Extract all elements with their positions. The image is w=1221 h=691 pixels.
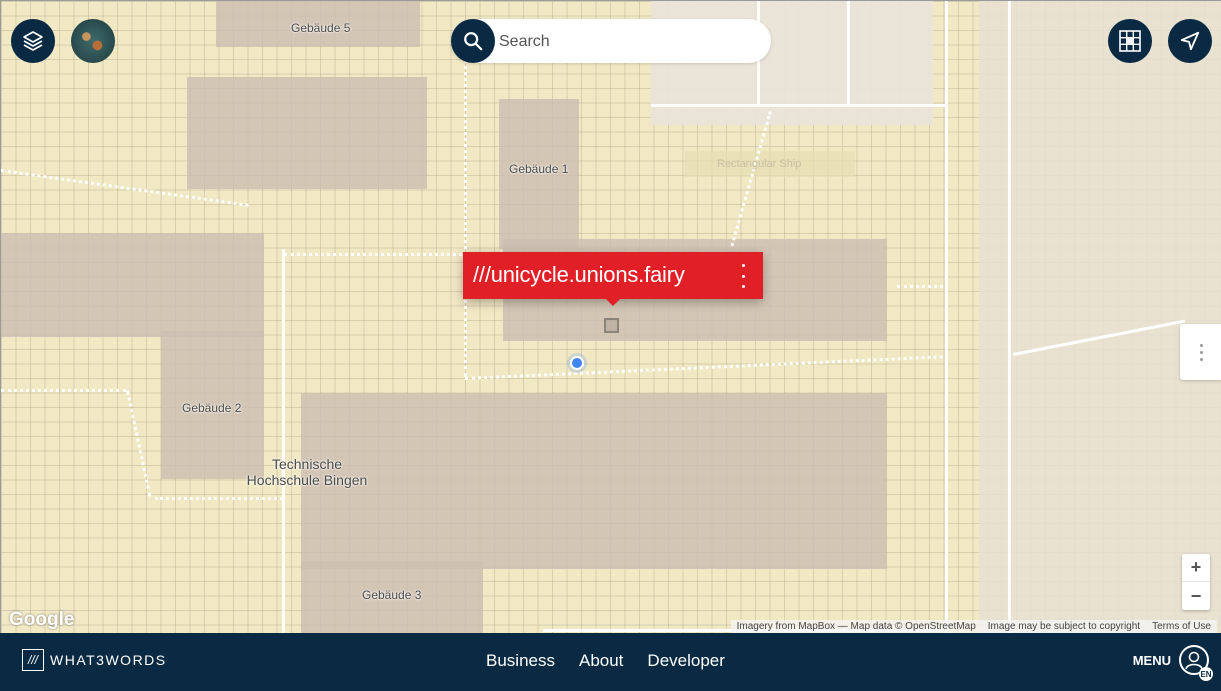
path-lower-left	[1, 389, 126, 392]
path-lower-left-v	[126, 390, 152, 497]
path-east-small	[897, 285, 943, 288]
label-campus-line2: Hochschule Bingen	[246, 472, 368, 488]
path-center-v	[464, 41, 467, 377]
search-input[interactable]	[497, 27, 761, 57]
nav-about[interactable]: About	[579, 651, 623, 671]
path-center-h	[465, 355, 943, 380]
menu-button[interactable]: MENU EN	[1132, 645, 1213, 681]
terms-of-use-link[interactable]: Terms of Use	[1146, 620, 1217, 633]
language-badge: EN	[1199, 667, 1213, 681]
nav-developer[interactable]: Developer	[647, 651, 725, 671]
search-icon[interactable]	[451, 19, 495, 63]
zoom-in-button[interactable]: +	[1182, 554, 1210, 582]
building-gebaeude-2	[1, 233, 264, 337]
navigation-arrow-icon	[1180, 31, 1200, 51]
grid-icon	[1119, 30, 1141, 52]
side-panel-handle[interactable]	[1180, 324, 1221, 380]
label-gebaeude-5: Gebäude 5	[291, 21, 351, 35]
selected-square[interactable]	[604, 318, 619, 333]
menu-label: MENU	[1132, 652, 1171, 668]
search-bar[interactable]	[451, 19, 771, 63]
nav-business[interactable]: Business	[486, 651, 555, 671]
building-main	[301, 393, 887, 569]
kebab-icon[interactable]	[733, 264, 753, 288]
map-east-area	[979, 1, 1221, 633]
popup-pointer	[605, 298, 621, 306]
road-vertical-east-1	[945, 1, 948, 633]
road-east-block-horizontal	[651, 104, 945, 107]
path-east-diag	[730, 111, 772, 247]
path-bottom-left	[155, 497, 283, 500]
footer-bar: /// WHAT3WORDS Business About Developer …	[0, 633, 1221, 691]
label-campus-line1: Technische	[271, 456, 343, 472]
layers-button[interactable]	[11, 19, 55, 63]
brand-logo[interactable]: /// WHAT3WORDS	[22, 649, 167, 671]
grid-button[interactable]	[1108, 19, 1152, 63]
current-location-center	[570, 356, 584, 370]
zoom-out-button[interactable]: −	[1182, 582, 1210, 610]
zoom-control: + −	[1182, 554, 1210, 610]
label-gebaeude-1: Gebäude 1	[509, 162, 569, 176]
building-gebaeude-5	[187, 77, 427, 189]
layers-icon	[23, 31, 43, 51]
brand-mark: ///	[22, 649, 44, 671]
satellite-view-thumbnail[interactable]	[71, 19, 115, 63]
locate-me-button[interactable]	[1168, 19, 1212, 63]
road-east-block-v2	[847, 1, 850, 105]
footer-nav: Business About Developer	[486, 651, 725, 671]
user-icon: EN	[1179, 645, 1213, 681]
map-canvas[interactable]: Gebäude 5 Gebäude 1 Gebäude 2 Gebäude 3 …	[0, 0, 1221, 633]
label-gebaeude-3: Gebäude 3	[362, 588, 422, 602]
address-popup[interactable]: ///unicycle.unions.fairy	[463, 252, 763, 306]
google-logo: Google	[9, 609, 75, 630]
imagery-attribution: Imagery from MapBox — Map data © OpenStr…	[730, 620, 982, 633]
label-shop: Rectangular Ship	[717, 158, 802, 170]
brand-name: WHAT3WORDS	[50, 652, 167, 668]
map-attribution: Imagery from MapBox — Map data © OpenStr…	[730, 620, 1217, 633]
road-vertical-left	[282, 249, 285, 633]
three-word-address: ///unicycle.unions.fairy	[473, 262, 685, 287]
label-gebaeude-2: Gebäude 2	[182, 401, 242, 415]
road-vertical-east-2	[1008, 1, 1011, 633]
current-location-dot	[567, 353, 587, 373]
copyright-notice: Image may be subject to copyright	[981, 620, 1147, 633]
label-campus: Technische Hochschule Bingen	[233, 456, 381, 488]
